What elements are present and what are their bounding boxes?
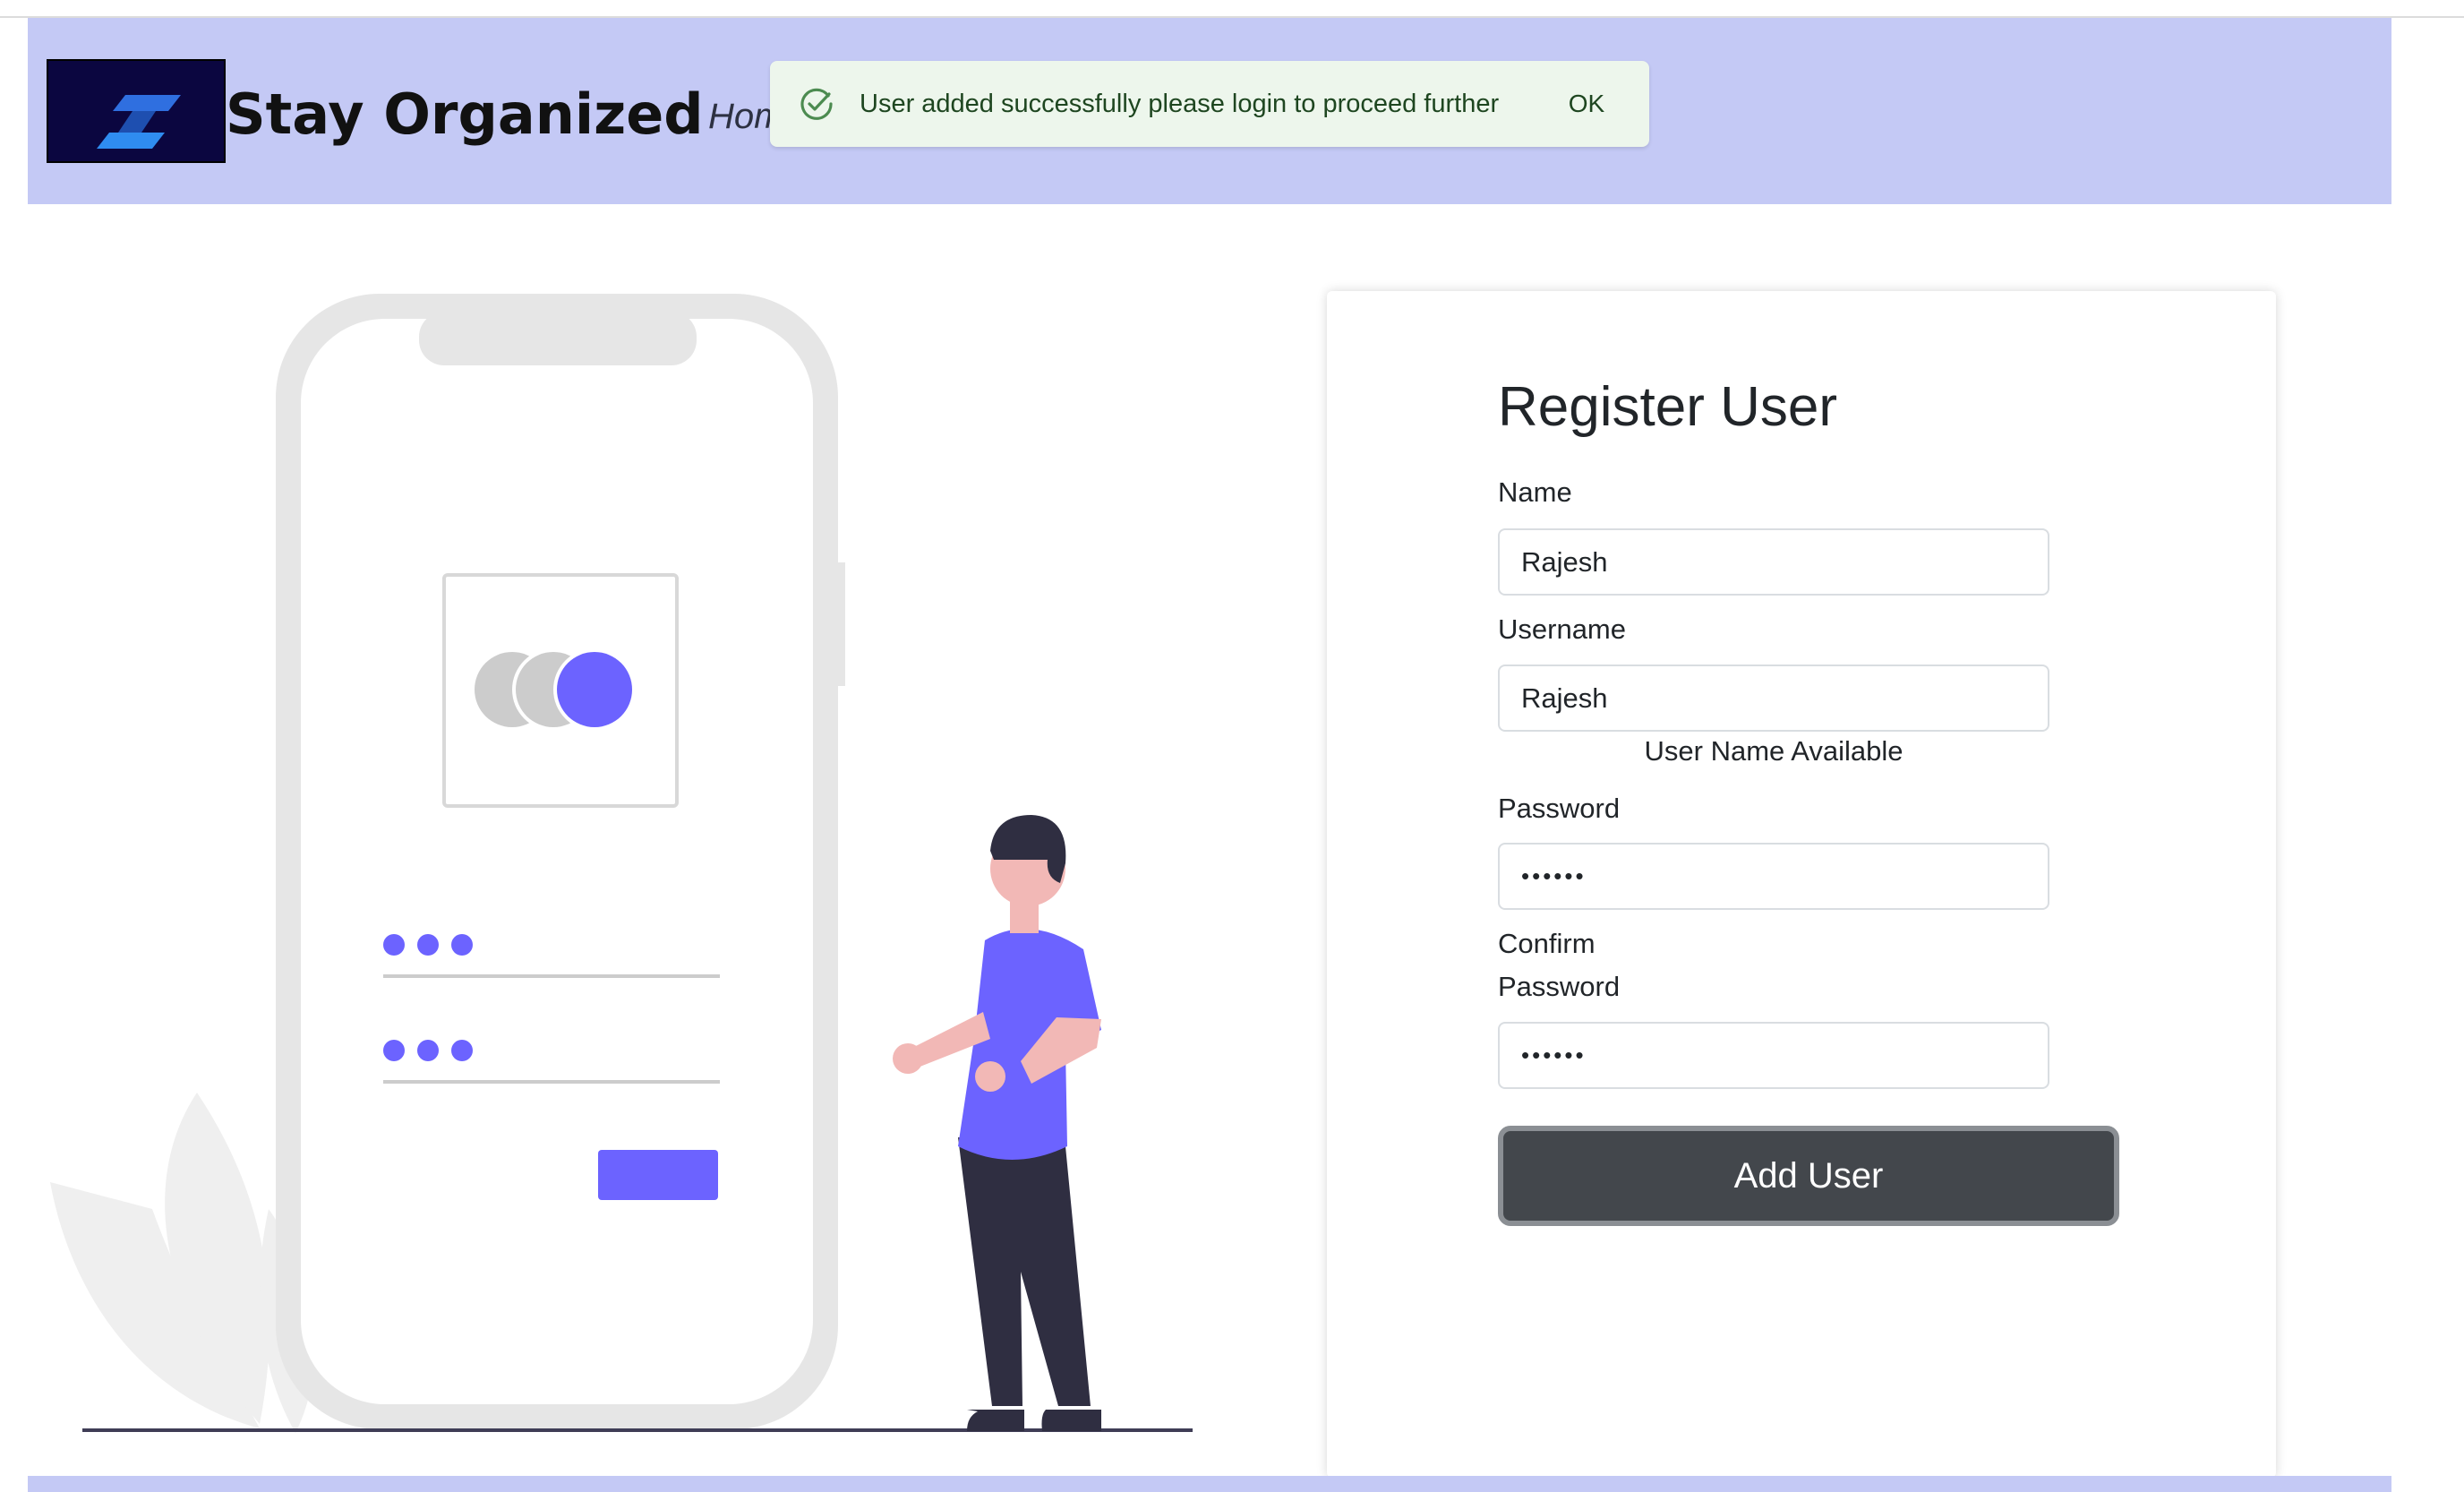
snackbar-message: User added successfully please login to … — [860, 90, 1500, 118]
leaf-decoration — [50, 1093, 315, 1433]
confirm-password-label-line2: Password — [1498, 971, 1621, 1002]
password-input[interactable] — [1498, 843, 2049, 910]
ground-line — [82, 1428, 1193, 1432]
confirm-password-input[interactable] — [1498, 1022, 2049, 1089]
register-illustration — [50, 294, 1193, 1433]
add-user-button[interactable]: Add User — [1498, 1126, 2119, 1226]
logo[interactable] — [47, 59, 226, 163]
username-availability-text: User Name Available — [1644, 735, 1904, 767]
person-graphic — [893, 815, 1101, 1431]
phone-graphic — [276, 294, 845, 1429]
form-title: Register User — [1498, 376, 1837, 438]
password-label: Password — [1498, 793, 1621, 824]
logo-icon — [97, 95, 181, 149]
register-card: Register User Name Username User Name Av… — [1327, 291, 2276, 1478]
username-label: Username — [1498, 613, 1626, 645]
brand-name[interactable]: Stay Organized — [226, 70, 704, 159]
name-input[interactable] — [1498, 528, 2049, 596]
check-circle-icon — [800, 88, 833, 120]
footer-band — [28, 1476, 2391, 1492]
name-label: Name — [1498, 476, 1572, 508]
confirm-password-label-line1: Confirm — [1498, 928, 1596, 959]
username-input[interactable] — [1498, 665, 2049, 732]
success-snackbar: User added successfully please login to … — [770, 61, 1649, 147]
snackbar-ok-button[interactable]: OK — [1545, 82, 1628, 125]
